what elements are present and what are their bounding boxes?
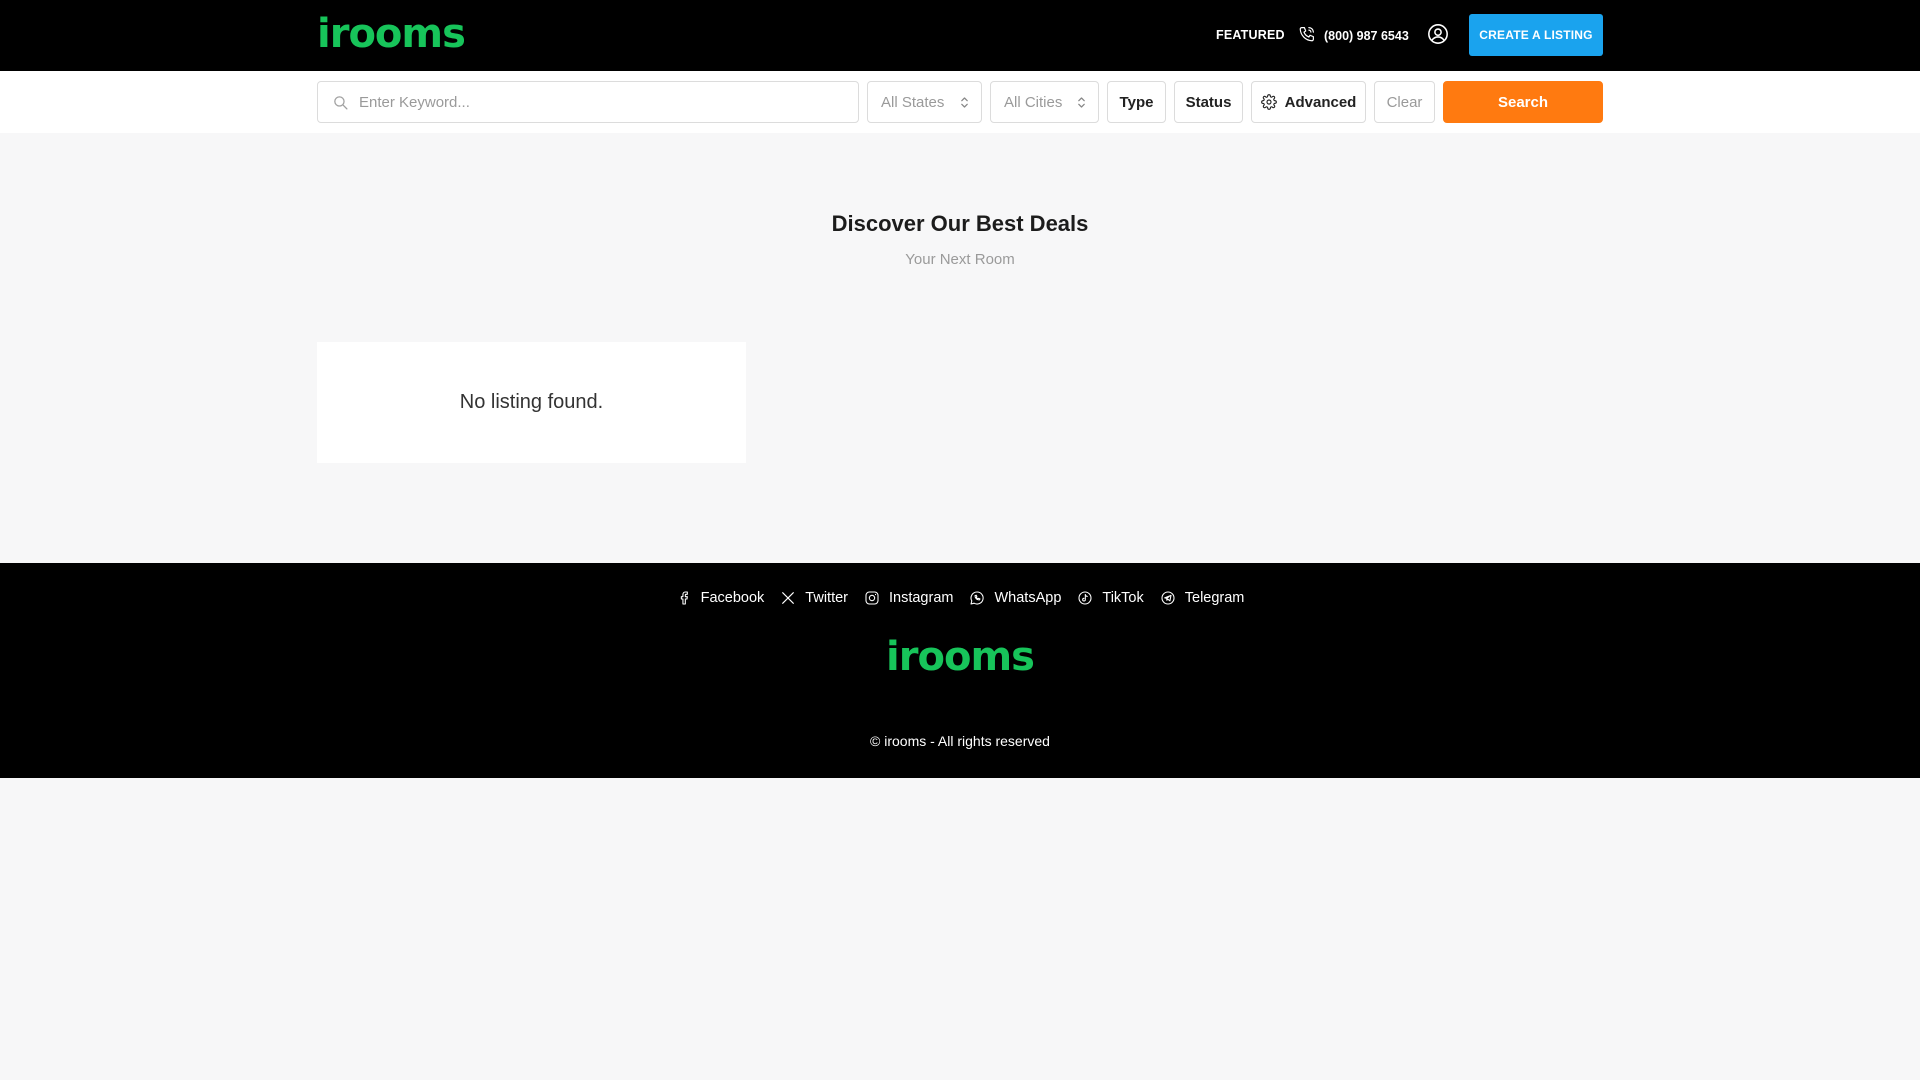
page-subtitle: Your Next Room xyxy=(905,251,1015,268)
x-twitter-icon xyxy=(782,592,795,604)
create-listing-button[interactable]: CREATE A LISTING xyxy=(1469,14,1603,56)
cities-select-value: All Cities xyxy=(1004,93,1063,111)
empty-listing-card: No listing found. xyxy=(317,342,746,463)
type-filter-button[interactable]: Type xyxy=(1107,81,1166,123)
states-select-value: All States xyxy=(881,93,945,111)
search-button[interactable]: Search xyxy=(1443,81,1603,123)
cities-select[interactable]: All Cities xyxy=(990,81,1099,123)
phone-icon xyxy=(1298,25,1316,46)
status-filter-button[interactable]: Status xyxy=(1174,81,1243,123)
top-header: irooms FEATURED (800) 987 6543 CREATE A … xyxy=(0,0,1920,71)
whatsapp-icon xyxy=(970,591,985,605)
social-label: Instagram xyxy=(889,590,954,606)
telegram-icon xyxy=(1161,591,1175,605)
page-title: Discover Our Best Deals xyxy=(831,211,1089,236)
social-link-instagram[interactable]: Instagram xyxy=(864,590,953,606)
advanced-search-button[interactable]: Advanced xyxy=(1251,81,1366,123)
empty-listing-message: No listing found. xyxy=(459,391,604,413)
copyright-text: © irooms - All rights reserved xyxy=(870,733,1050,749)
tiktok-icon xyxy=(1078,591,1092,605)
social-label: TikTok xyxy=(1102,590,1144,606)
site-footer: Facebook Twitter Instagram WhatsApp TikT… xyxy=(0,563,1920,778)
search-icon xyxy=(334,96,348,110)
account-icon[interactable] xyxy=(1427,23,1449,45)
social-label: Twitter xyxy=(805,590,848,606)
chevron-up-down-icon xyxy=(1078,97,1085,108)
social-link-whatsapp[interactable]: WhatsApp xyxy=(969,590,1061,606)
instagram-icon xyxy=(865,591,879,605)
social-link-telegram[interactable]: Telegram xyxy=(1160,590,1245,606)
social-label: WhatsApp xyxy=(994,590,1062,606)
social-link-twitter[interactable]: Twitter xyxy=(780,590,848,606)
social-links: Facebook Twitter Instagram WhatsApp TikT… xyxy=(0,590,1920,606)
search-bar: All States All Cities Type Status Advanc… xyxy=(0,71,1920,133)
clear-button[interactable]: Clear xyxy=(1374,81,1435,123)
keyword-input[interactable] xyxy=(318,82,858,122)
site-logo[interactable]: irooms xyxy=(317,14,466,54)
facebook-icon xyxy=(680,591,688,605)
social-label: Telegram xyxy=(1184,590,1245,606)
footer-logo[interactable]: irooms xyxy=(0,637,1920,677)
keyword-field xyxy=(317,81,859,123)
social-link-facebook[interactable]: Facebook xyxy=(676,590,765,606)
nav-featured-link[interactable]: FEATURED xyxy=(1216,28,1285,42)
phone-number: (800) 987 6543 xyxy=(1324,28,1409,43)
chevron-up-down-icon xyxy=(961,97,968,108)
social-link-tiktok[interactable]: TikTok xyxy=(1077,590,1144,606)
advanced-label: Advanced xyxy=(1284,93,1357,111)
gear-icon xyxy=(1260,94,1277,110)
phone-link[interactable]: (800) 987 6543 xyxy=(1298,25,1409,46)
social-label: Facebook xyxy=(700,590,765,606)
states-select[interactable]: All States xyxy=(867,81,982,123)
